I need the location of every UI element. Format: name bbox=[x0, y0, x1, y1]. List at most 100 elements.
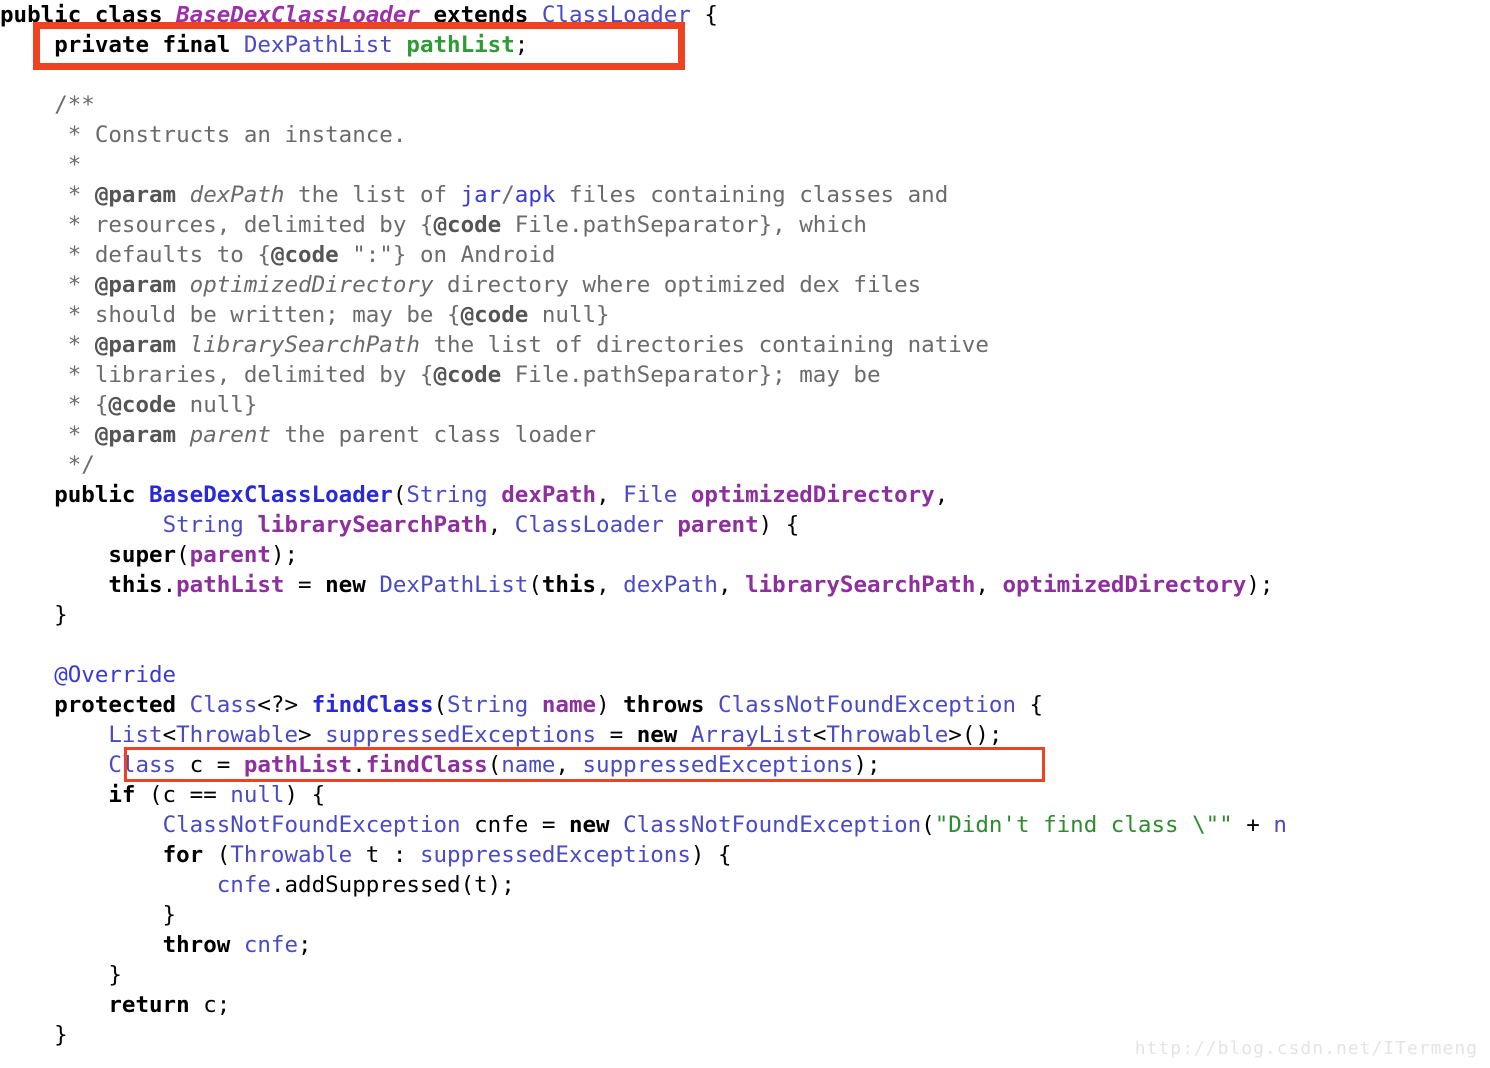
code-line: * {@code null} bbox=[0, 390, 1490, 420]
code-line: * @param librarySearchPath the list of d… bbox=[0, 330, 1490, 360]
code-token: = bbox=[284, 572, 326, 598]
code-token: < bbox=[162, 722, 177, 748]
code-token: ( bbox=[203, 842, 231, 868]
code-token: File bbox=[623, 482, 678, 508]
code-token: Throwable bbox=[230, 842, 353, 868]
code-token: ( bbox=[392, 482, 407, 508]
code-token: ) { bbox=[690, 842, 732, 868]
code-token: , bbox=[596, 482, 624, 508]
code-token: parent bbox=[189, 542, 271, 568]
code-token: for bbox=[162, 842, 204, 868]
code-line: public class BaseDexClassLoader extends … bbox=[0, 0, 1490, 30]
code-token: ( bbox=[921, 812, 935, 838]
code-token: , bbox=[596, 572, 624, 598]
code-token: throw bbox=[162, 932, 231, 958]
code-token: Throwable bbox=[826, 722, 949, 748]
code-line: * should be written; may be {@code null} bbox=[0, 300, 1490, 330]
code-token: * { bbox=[67, 392, 109, 418]
code-token: Class bbox=[189, 692, 258, 718]
code-token: ClassNotFoundException bbox=[162, 812, 461, 838]
code-token: optimizedDirectory bbox=[690, 482, 935, 508]
code-line: private final DexPathList pathList; bbox=[0, 30, 1490, 60]
code-token: { bbox=[690, 2, 718, 28]
code-token: name bbox=[501, 752, 556, 778]
code-token: ) { bbox=[758, 512, 800, 538]
code-token: >(); bbox=[948, 722, 1003, 748]
code-token: @code bbox=[108, 392, 177, 418]
code-token: Class bbox=[108, 752, 177, 778]
code-token: pathList bbox=[243, 752, 353, 778]
code-token: super bbox=[108, 542, 177, 568]
code-token: */ bbox=[67, 452, 95, 478]
code-token: dexPath bbox=[623, 572, 718, 598]
code-token: @param bbox=[94, 332, 177, 358]
code-token: , bbox=[975, 572, 1003, 598]
code-line: String librarySearchPath, ClassLoader pa… bbox=[0, 510, 1490, 540]
code-token: ); bbox=[270, 542, 299, 568]
code-token: * resources, delimited by { bbox=[67, 212, 434, 238]
code-token: + bbox=[1232, 812, 1274, 838]
code-token: suppressedExceptions bbox=[325, 722, 597, 748]
code-token: this bbox=[541, 572, 597, 598]
code-token: @code bbox=[433, 362, 502, 388]
code-token: , bbox=[934, 482, 949, 508]
code-token: name bbox=[541, 692, 597, 718]
code-token: DexPathList bbox=[379, 572, 529, 598]
code-token: c = bbox=[176, 752, 244, 778]
code-token: the parent class loader bbox=[270, 422, 597, 448]
code-token: ClassLoader bbox=[514, 512, 664, 538]
code-token: , bbox=[487, 512, 515, 538]
code-token: String bbox=[162, 512, 244, 538]
code-viewer[interactable]: public class BaseDexClassLoader extends … bbox=[0, 0, 1490, 1068]
code-line: * libraries, delimited by {@code File.pa… bbox=[0, 360, 1490, 390]
code-token: optimizedDirectory bbox=[189, 272, 434, 298]
code-line: cnfe.addSuppressed(t); bbox=[0, 870, 1490, 900]
code-token: /** bbox=[54, 92, 95, 118]
code-token: @code bbox=[433, 212, 502, 238]
watermark-text: http://blog.csdn.net/ITermeng bbox=[1134, 1038, 1478, 1059]
code-line: Class c = pathList.findClass(name, suppr… bbox=[0, 750, 1490, 780]
code-token: n bbox=[1273, 812, 1287, 838]
code-token: dexPath bbox=[189, 182, 285, 208]
code-token: class bbox=[94, 2, 163, 28]
code-token: ClassNotFoundException bbox=[717, 692, 1016, 718]
code-token: String bbox=[406, 482, 488, 508]
code-token: new bbox=[325, 572, 366, 598]
code-token: @param bbox=[94, 182, 177, 208]
code-token: , bbox=[717, 572, 746, 598]
code-line: /** bbox=[0, 90, 1490, 120]
code-token: * defaults to { bbox=[67, 242, 271, 268]
code-token: <?> bbox=[257, 692, 312, 718]
code-token: return bbox=[108, 992, 190, 1018]
code-token: if bbox=[108, 782, 136, 808]
code-token: optimizedDirectory bbox=[1002, 572, 1247, 598]
code-line: * defaults to {@code ":"} on Android bbox=[0, 240, 1490, 270]
code-token: dexPath bbox=[501, 482, 597, 508]
code-token: librarySearchPath bbox=[189, 332, 420, 358]
code-token: * bbox=[67, 182, 95, 208]
code-line: return c; bbox=[0, 990, 1490, 1020]
code-line: * @param dexPath the list of jar/apk fil… bbox=[0, 180, 1490, 210]
code-token: t : bbox=[352, 842, 420, 868]
code-token: (c == bbox=[135, 782, 231, 808]
code-token: ; bbox=[514, 32, 529, 58]
code-line: for (Throwable t : suppressedExceptions)… bbox=[0, 840, 1490, 870]
code-token: throws bbox=[623, 692, 705, 718]
